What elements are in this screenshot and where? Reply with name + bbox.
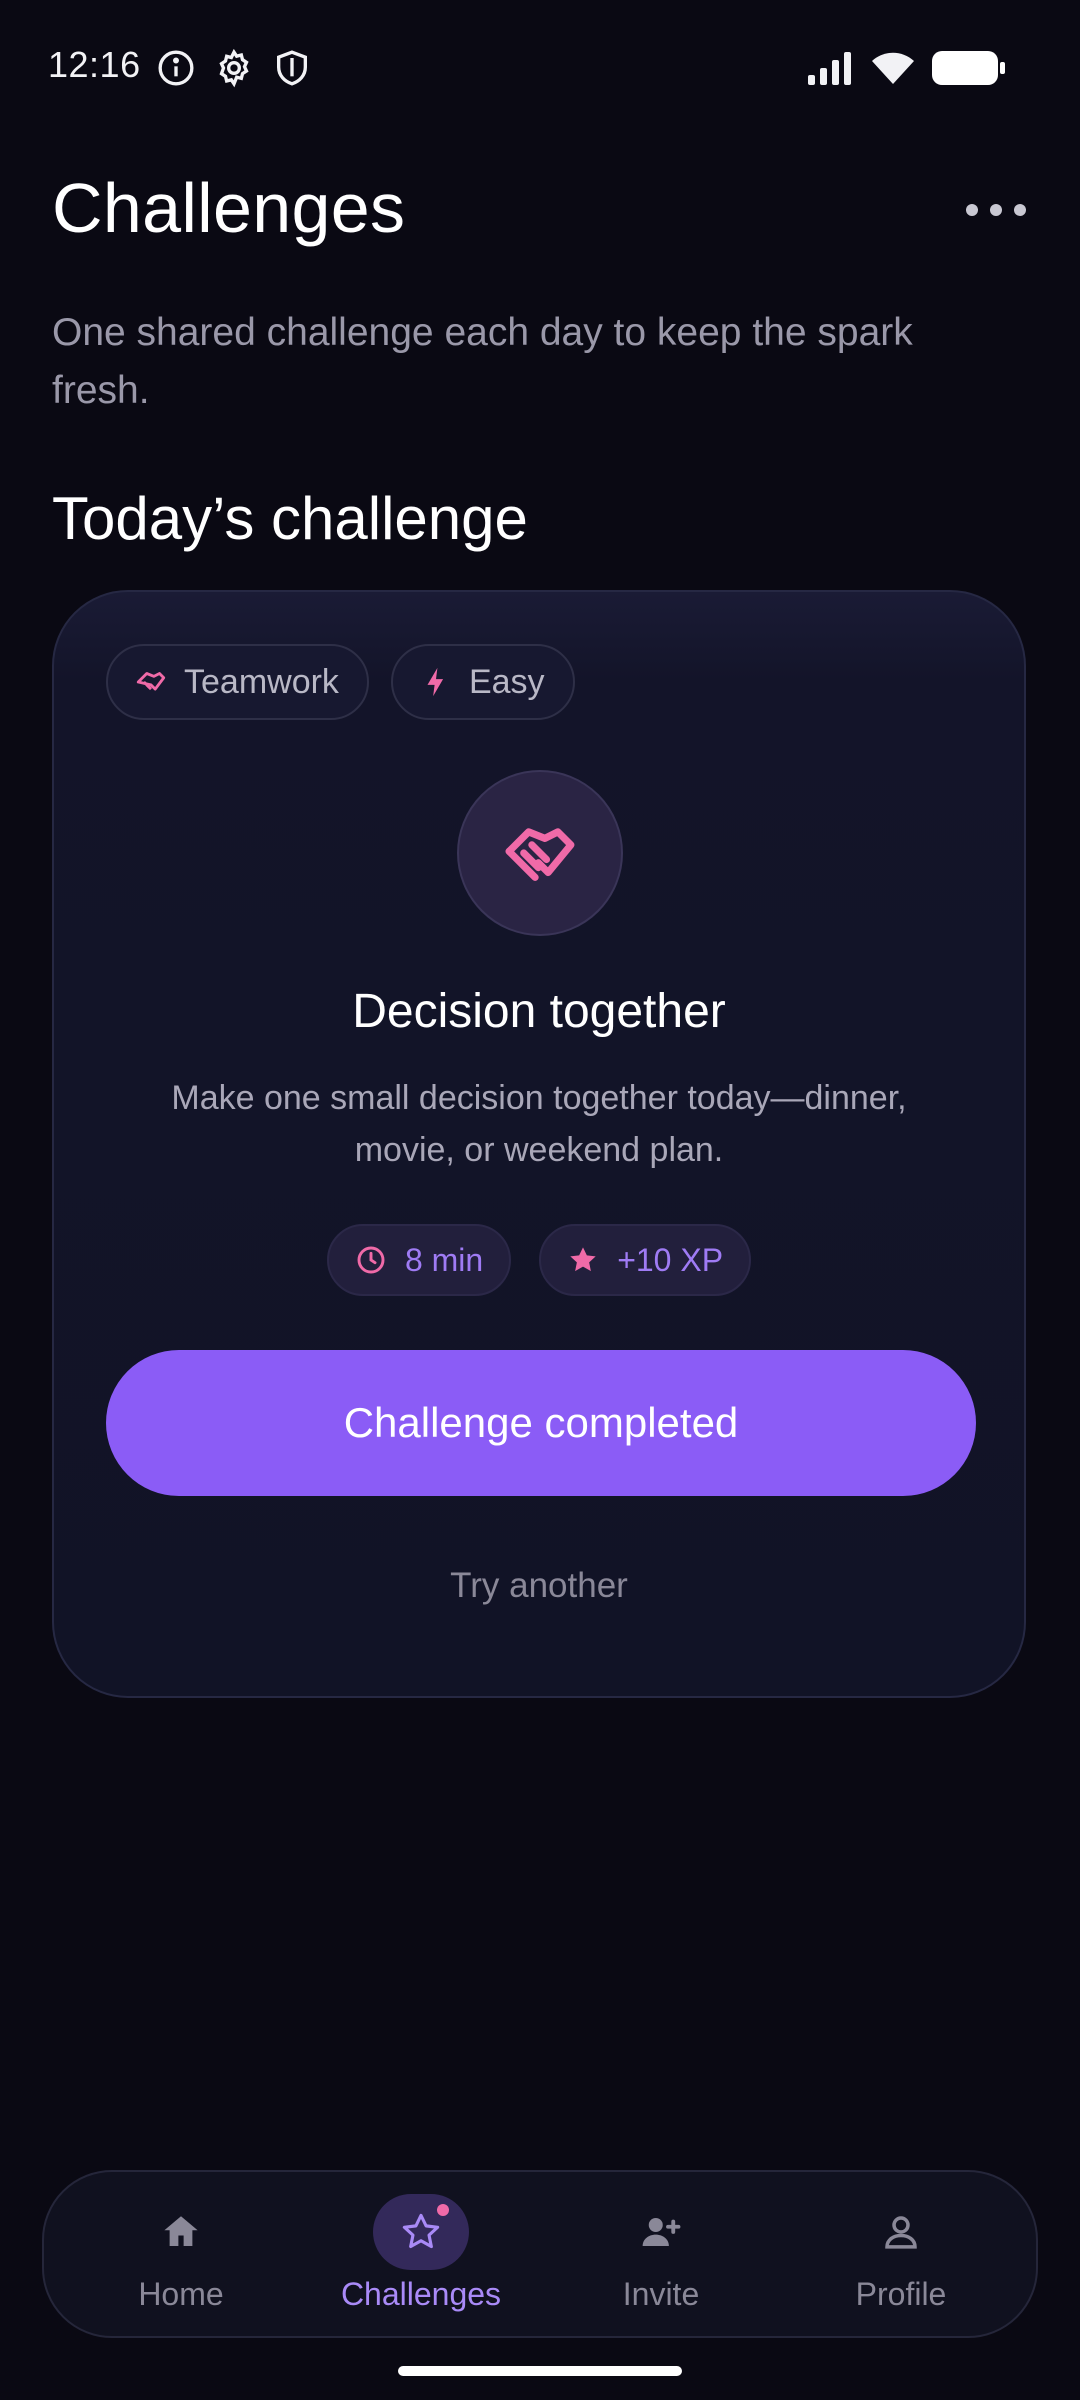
nav-icon-wrap xyxy=(613,2194,709,2270)
tag-easy: Easy xyxy=(390,644,575,720)
handshake-icon xyxy=(505,828,575,881)
tag-label: Easy xyxy=(468,662,545,701)
status-bar: 12:16 xyxy=(0,0,1080,136)
challenge-card: Teamwork Easy Decision together Make one… xyxy=(52,590,1026,1698)
bottom-nav: Home Challenges Invite Profile xyxy=(42,2170,1038,2338)
try-another-link[interactable]: Try another xyxy=(54,1566,1024,1606)
page-title: Challenges xyxy=(52,169,406,247)
status-icons-right xyxy=(808,50,1006,86)
duration-pill: 8 min xyxy=(326,1224,512,1296)
more-dot xyxy=(990,204,1002,216)
challenge-title: Decision together xyxy=(352,985,726,1038)
challenge-hero-icon xyxy=(457,770,623,936)
nav-item-profile[interactable]: Profile xyxy=(781,2172,1021,2336)
page-subtitle: One shared challenge each day to keep th… xyxy=(52,311,913,412)
nav-icon-wrap xyxy=(373,2194,469,2270)
notification-dot xyxy=(437,2204,449,2216)
person-icon xyxy=(885,2216,917,2249)
challenge-completed-button[interactable]: Challenge completed xyxy=(106,1350,976,1496)
duration-label: 8 min xyxy=(404,1241,484,1278)
handshake-icon xyxy=(136,672,166,691)
wifi-icon xyxy=(872,52,914,84)
add-person-icon xyxy=(642,2218,681,2246)
nav-item-home[interactable]: Home xyxy=(61,2172,301,2336)
reward-pill: +10 XP xyxy=(539,1224,752,1296)
tag-teamwork: Teamwork xyxy=(106,644,369,720)
shield-icon xyxy=(277,50,307,86)
reward-label: +10 XP xyxy=(617,1241,724,1278)
challenges-screen: 12:16 Challenges One shared challenge ea… xyxy=(0,0,1080,2400)
section-title: Today’s challenge xyxy=(52,485,528,552)
bolt-icon xyxy=(427,667,444,697)
more-dot xyxy=(966,204,978,216)
battery-icon xyxy=(932,51,1005,85)
tag-row: Teamwork Easy xyxy=(106,644,575,720)
status-time: 12:16 xyxy=(48,44,141,85)
info-icon xyxy=(158,50,194,86)
nav-label: Challenges xyxy=(340,2276,502,2312)
nav-label: Invite xyxy=(622,2276,700,2312)
more-dot xyxy=(1014,204,1026,216)
star-icon xyxy=(570,1247,596,1272)
status-icons-left xyxy=(156,48,312,88)
nav-icon-wrap xyxy=(133,2194,229,2270)
more-options-button[interactable] xyxy=(966,190,1026,230)
clock-icon xyxy=(357,1246,385,1274)
tag-label: Teamwork xyxy=(184,662,339,701)
challenge-description: Make one small decision together today—d… xyxy=(171,1079,907,1169)
nav-label: Profile xyxy=(855,2276,947,2312)
signal-icon xyxy=(808,52,851,85)
star-icon xyxy=(402,2213,440,2249)
home-indicator[interactable] xyxy=(398,2366,682,2376)
home-icon xyxy=(164,2216,198,2246)
settings-icon xyxy=(219,48,249,88)
nav-item-invite[interactable]: Invite xyxy=(541,2172,781,2336)
nav-label: Home xyxy=(138,2276,224,2312)
nav-icon-wrap xyxy=(853,2194,949,2270)
nav-item-challenges[interactable]: Challenges xyxy=(301,2172,541,2336)
challenge-meta: 8 min +10 XP xyxy=(54,1224,1024,1296)
